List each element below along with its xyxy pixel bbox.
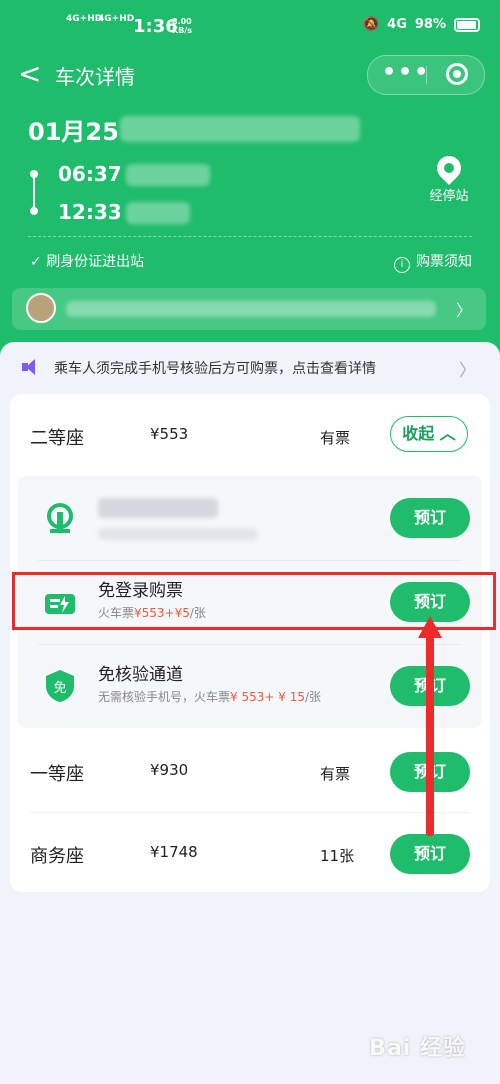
purchase-notice-link[interactable]: i 购票须知 [394, 251, 472, 273]
shield-icon: 免 [46, 670, 74, 702]
shield-label: 免 [53, 681, 66, 696]
battery-level: 98% [414, 17, 446, 32]
blurred-train-info [120, 116, 360, 142]
blurred-arrive-station [126, 202, 190, 224]
status-right: 🔕 4G 98% [363, 17, 480, 32]
speed-unit: KB/s [172, 26, 192, 35]
trip-date: 01月25 [28, 118, 119, 146]
signal-icon: 4G+HD [66, 14, 103, 24]
speaker-icon [22, 359, 40, 375]
desc-prefix: 无需核验手机号，火车票 [98, 690, 231, 704]
watermark: Bai 经验 [369, 1036, 466, 1061]
stops-button[interactable]: 经停站 [424, 151, 474, 204]
location-pin-icon [432, 151, 466, 185]
speed-value: 8.00 [172, 17, 192, 26]
blurred-channel-desc [98, 528, 258, 540]
more-icon[interactable]: ••• [382, 60, 430, 86]
close-mini-program-icon[interactable] [446, 63, 468, 85]
chevron-right-icon: 〉 [455, 301, 472, 320]
info-icon: i [394, 257, 410, 273]
mute-icon: 🔕 [362, 17, 380, 32]
id-card-entry-info: ✓ 刷身份证进出站 [30, 251, 144, 271]
signal-icon-2: 4G+HD [98, 14, 135, 24]
notice-text: 乘车人须完成手机号核验后方可购票，点击查看详情 [54, 361, 376, 377]
annotation-arrow [426, 636, 434, 836]
verification-notice[interactable]: 乘车人须完成手机号核验后方可购票，点击查看详情 〉 [0, 342, 500, 392]
seat-card: 二等座 ¥553 有票 收起 ︿ 预订 免登录购票 火车票¥553+¥5/张 预… [10, 394, 490, 892]
seat-name: 商务座 [30, 846, 84, 867]
railway-logo-icon [47, 503, 73, 533]
stops-label: 经停站 [429, 189, 469, 204]
seat-price: ¥553 [150, 425, 189, 443]
blurred-banner-text [66, 301, 436, 317]
book-button[interactable]: 预订 [390, 834, 470, 874]
mini-program-capsule: ••• [367, 55, 485, 95]
network-type: 4G [387, 17, 407, 32]
id-card-text: 刷身份证进出站 [46, 254, 145, 270]
seat-availability: 有票 [320, 429, 351, 447]
depart-time: 06:37 [58, 162, 122, 186]
seat-row-second-class: 二等座 ¥553 有票 收起 ︿ [10, 394, 490, 474]
chevron-up-icon: ︿ [439, 424, 456, 443]
dashed-divider [28, 236, 472, 237]
data-speed-icon: 8.00 KB/s [172, 17, 192, 35]
chevron-right-icon: 〉 [459, 361, 476, 381]
channel-desc: 无需核验手机号，火车票¥ 553+ ¥ 15/张 [98, 688, 321, 705]
arrive-dot-icon [30, 207, 38, 215]
nav-bar: < 车次详情 ••• [0, 55, 500, 95]
collapse-button[interactable]: 收起 ︿ [390, 416, 468, 452]
seat-price: ¥930 [150, 761, 189, 779]
arrow-up-icon [418, 616, 442, 638]
seat-price: ¥1748 [150, 843, 198, 861]
status-bar: 4G+HD 4G+HD 1:36 8.00 KB/s 🔕 4G 98% [0, 0, 500, 52]
seat-name: 二等座 [30, 428, 84, 449]
seat-row-first-class: 一等座 ¥930 有票 预订 [10, 732, 490, 812]
blurred-depart-station [126, 164, 210, 186]
purchase-notice-label: 购票须知 [416, 254, 472, 270]
channel-row-12306: 预订 [18, 476, 482, 560]
desc-suffix: /张 [304, 690, 322, 704]
back-icon[interactable]: < [18, 57, 41, 91]
arrive-time: 12:33 [58, 200, 122, 224]
channel-row-no-verify: 免 免核验通道 无需核验手机号，火车票¥ 553+ ¥ 15/张 预订 [18, 644, 482, 728]
seat-availability: 有票 [320, 765, 351, 783]
check-icon: ✓ [30, 254, 47, 270]
seat-name: 一等座 [30, 764, 84, 785]
seat-availability: 11张 [320, 847, 355, 865]
book-button[interactable]: 预订 [390, 498, 470, 538]
capsule-divider [426, 66, 427, 84]
promo-banner[interactable]: 〉 [12, 288, 486, 330]
page-title: 车次详情 [55, 65, 135, 89]
avatar [26, 293, 56, 323]
blurred-channel-name [98, 498, 218, 518]
desc-price: ¥ 553+ ¥ 15 [230, 690, 305, 704]
collapse-label: 收起 [402, 424, 435, 443]
battery-icon [454, 17, 480, 32]
seat-row-business-class: 商务座 ¥1748 11张 预订 [10, 812, 490, 892]
channel-name: 免核验通道 [98, 665, 183, 685]
